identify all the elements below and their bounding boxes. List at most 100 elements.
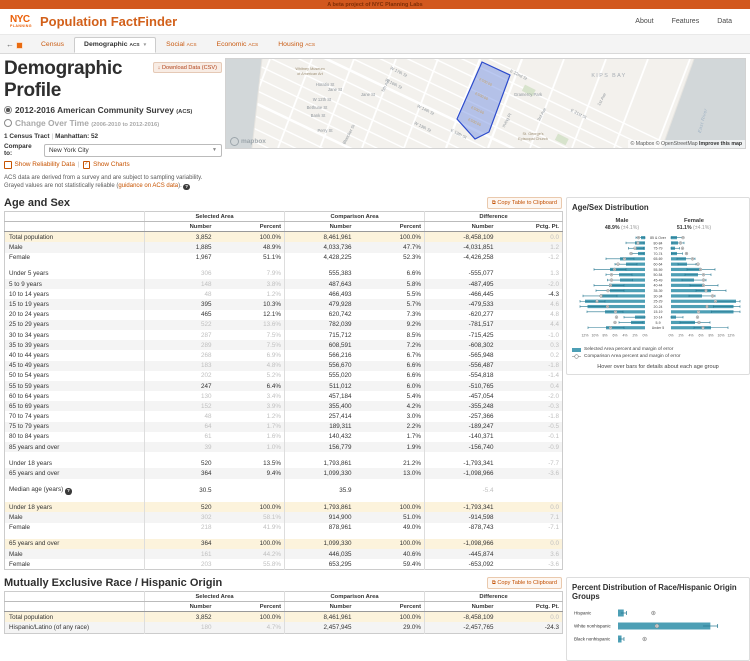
cell: 13.5% xyxy=(214,458,286,469)
cell: -7.1 xyxy=(548,524,560,532)
row-label: Female xyxy=(4,559,145,570)
cell: 100.0% xyxy=(354,538,426,549)
table-row: 50 to 54 years 202 5.2% 555,020 6.6% -554,818… xyxy=(4,370,563,381)
help-icon[interactable]: ? xyxy=(65,488,72,495)
cell: 156,779 xyxy=(328,443,352,451)
svg-text:10-14: 10-14 xyxy=(654,316,663,320)
cell: 4.6 xyxy=(550,301,560,308)
show-charts-label[interactable]: Show Charts xyxy=(93,161,130,168)
download-data-button[interactable]: ↓ Download Data (CSV) xyxy=(152,62,222,73)
guidance-link[interactable]: guidance on ACS data xyxy=(118,183,178,189)
cell: 12.1% xyxy=(214,309,286,320)
cell: -0.9 xyxy=(548,443,560,451)
cell: 29.0% xyxy=(354,622,426,634)
change-over-time-radio-row[interactable]: Change Over Time (2006-2010 to 2012-2016… xyxy=(4,118,222,128)
cell: 287 xyxy=(200,331,212,339)
beta-banner-text: A beta project of NYC Planning Labs xyxy=(327,1,423,8)
table-row: 60 to 64 years 130 3.4% 457,184 5.4% -457,054… xyxy=(4,391,563,402)
mapbox-icon xyxy=(230,137,239,146)
table-row: 85 years and over 39 1.0% 156,779 1.9% -156,7… xyxy=(4,442,563,453)
nyc-planning-logo[interactable]: NYC PLANNING xyxy=(10,14,32,29)
table-row: Total population 3,852 100.0% 8,461,961 100.… xyxy=(4,231,563,243)
row-label: 80 to 84 years xyxy=(4,431,145,443)
map-canvas[interactable]: 2,500.002,500.002,500.002,500.00Whitney … xyxy=(226,59,746,148)
tab-social[interactable]: Social ACS xyxy=(156,37,206,53)
map-label: W 12th St xyxy=(313,97,332,102)
cell: -715,425 xyxy=(468,331,494,339)
cell: -608,302 xyxy=(468,341,494,349)
row-label: 30 to 34 years xyxy=(4,329,145,341)
table-row: Male 1,885 48.9% 4,033,736 47.7% -4,031,851 1.… xyxy=(4,242,563,253)
cell: 782,039 xyxy=(328,321,352,329)
compare-to-select[interactable]: New York City ▼ xyxy=(43,143,222,157)
cell: 130 xyxy=(200,392,212,400)
selection-map[interactable]: 2,500.00 2,500.00 2,500.00 2,500.00 Whitney … xyxy=(225,58,746,149)
row-label: 60 to 64 years xyxy=(4,391,145,402)
nav-about[interactable]: About xyxy=(635,18,653,25)
race-distribution-chart[interactable]: Hispanic White nonhispanic Black nonhispan… xyxy=(572,603,744,651)
row-label: 5 to 9 years xyxy=(4,279,145,290)
svg-text:10%: 10% xyxy=(591,334,598,338)
cell: 3,852 xyxy=(195,613,212,621)
mapbox-logo[interactable]: mapbox xyxy=(230,137,266,146)
map-label: Gramercy Park xyxy=(514,92,543,97)
cell: 511,012 xyxy=(329,382,352,390)
back-to-map-button[interactable]: ← xyxy=(6,41,23,49)
copy-table-button[interactable]: ⧉ Copy Table to Clipboard xyxy=(486,197,562,210)
table-row: Median age (years)? 30.5 35.9 -5.4 xyxy=(4,484,563,497)
table-row: 65 to 69 years 152 3.9% 355,400 4.2% -355,248… xyxy=(4,401,563,412)
copy-table-button[interactable]: ⧉ Copy Table to Clipboard xyxy=(486,577,562,590)
cell: 5.8% xyxy=(354,279,426,290)
cell: 555,020 xyxy=(328,372,352,380)
map-label: Episcopal Church xyxy=(518,137,548,141)
cell: 268 xyxy=(200,351,212,359)
cell: 180 xyxy=(200,624,212,632)
help-icon[interactable]: ? xyxy=(183,183,190,191)
cell: 1,099,330 xyxy=(323,470,352,477)
table-row: 65 years and over 364 100.0% 1,099,330 100.0… xyxy=(4,538,563,549)
show-charts-checkbox[interactable]: ✓ xyxy=(82,161,91,169)
table-row: 25 to 29 years 522 13.6% 782,039 9.2% -781,51… xyxy=(4,319,563,330)
radio-unselected-icon[interactable] xyxy=(4,119,12,127)
cell: -479,533 xyxy=(468,301,494,308)
svg-text:12%: 12% xyxy=(727,334,734,338)
race-chart-title: Percent Distribution of Race/Hispanic Or… xyxy=(572,583,737,602)
tab-economic[interactable]: Economic ACS xyxy=(207,37,269,53)
row-label: 55 to 59 years xyxy=(4,380,145,392)
table-row: Under 18 years 520 13.5% 1,793,861 21.2% -1,7… xyxy=(4,458,563,469)
tab-census[interactable]: Census xyxy=(31,37,74,53)
nav-features[interactable]: Features xyxy=(672,18,700,25)
survey-radio-row[interactable]: 2012-2016 American Community Survey (ACS… xyxy=(4,105,222,115)
selection-borough[interactable]: Manhattan: 52 xyxy=(55,133,98,140)
cell: 140,432 xyxy=(328,433,352,441)
tab-housing[interactable]: Housing ACS xyxy=(268,37,325,53)
table-row: Female 203 55.8% 653,295 59.4% -653,092 -3.6 xyxy=(4,559,563,570)
table-row: 40 to 44 years 268 6.9% 566,216 6.7% -565,948… xyxy=(4,350,563,361)
cell: 9.4% xyxy=(214,468,286,479)
show-reliability-checkbox[interactable] xyxy=(4,161,12,169)
svg-text:75-79: 75-79 xyxy=(654,247,663,251)
cell: 6.7% xyxy=(354,350,426,361)
show-reliability-label[interactable]: Show Reliability Data xyxy=(15,161,75,168)
cell: 446,035 xyxy=(328,550,352,558)
cell: 257,414 xyxy=(328,413,352,421)
cell: 555,383 xyxy=(328,270,352,278)
map-label: Whitney Museum xyxy=(295,67,324,71)
cell: -2.0 xyxy=(548,392,560,400)
nav-data[interactable]: Data xyxy=(717,18,732,25)
tab-demographic[interactable]: Demographic ACS ▾ xyxy=(74,37,157,53)
cell: 64 xyxy=(204,423,212,431)
cell: -781,517 xyxy=(468,321,494,329)
radio-selected-icon[interactable] xyxy=(4,106,12,114)
age-sex-pyramid-chart[interactable]: Male48.9% (±4.1%) Female51.1% (±4.1%) 85 &… xyxy=(572,214,744,340)
svg-text:48.9% (±4.1%): 48.9% (±4.1%) xyxy=(605,225,640,231)
race-title: Mutually Exclusive Race / Hispanic Origi… xyxy=(4,577,223,590)
cell: 1.2% xyxy=(214,289,286,300)
row-label: 20 to 24 years xyxy=(4,309,145,320)
improve-map-link[interactable]: Improve this map xyxy=(699,141,742,147)
cell: -457,054 xyxy=(468,392,494,400)
cell: 47.7% xyxy=(354,242,426,253)
cell: 0.0 xyxy=(550,503,560,511)
table-row: 55 to 59 years 247 6.4% 511,012 6.0% -510,765… xyxy=(4,380,563,392)
cell: 48 xyxy=(204,413,212,421)
